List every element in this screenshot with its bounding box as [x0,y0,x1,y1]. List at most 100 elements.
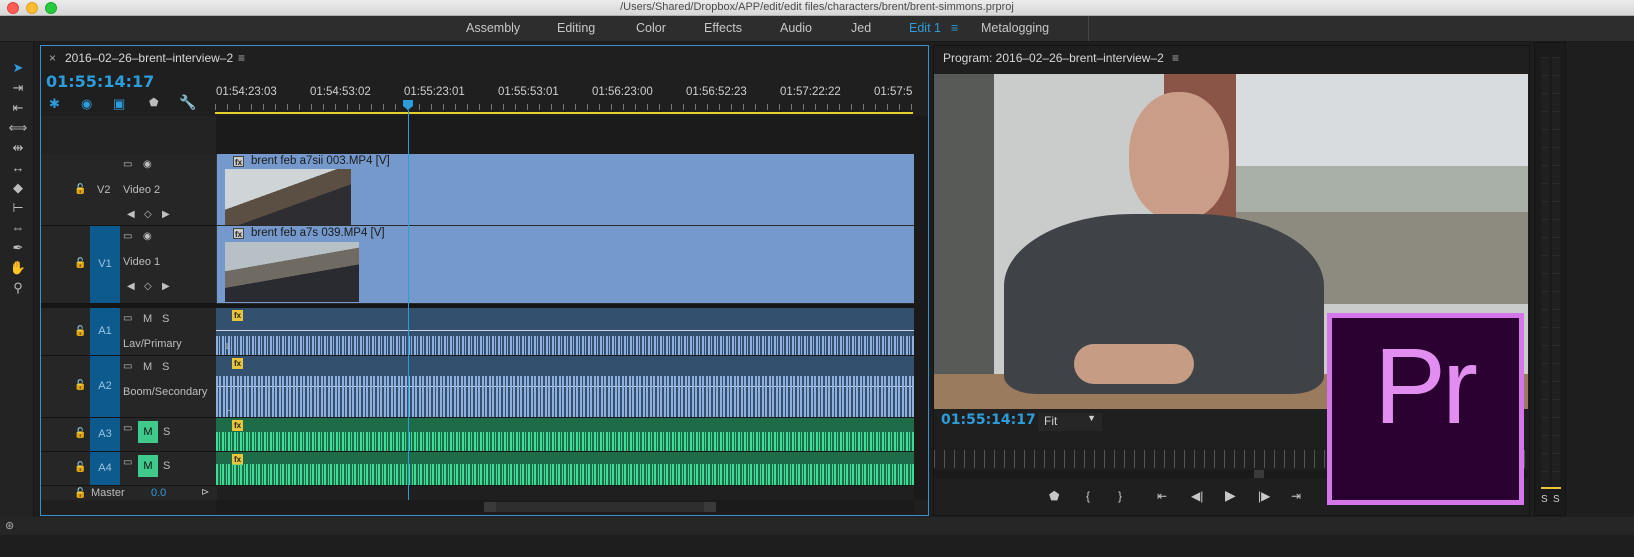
solo-right-button[interactable]: S [1553,494,1560,505]
slide-tool-icon[interactable]: ⇔ [8,220,28,236]
solo-button[interactable]: S [162,313,169,325]
step-back-icon[interactable]: ◀| [1191,489,1203,503]
playhead-line[interactable] [408,110,409,500]
solo-button[interactable]: S [162,361,169,373]
track-id-a3[interactable]: A3 [90,418,120,451]
lock-icon[interactable]: 🔓 [74,258,86,269]
program-monitor-title[interactable]: Program: 2016–02–26–brent–interview–2 [943,51,1164,65]
workspace-editing[interactable]: Editing [557,21,595,35]
track-header-a1[interactable]: 🔓 A1 ▭ M S Lav/Primary [41,308,217,356]
creative-cloud-icon[interactable]: ⊛ [5,519,14,532]
rolling-edit-tool-icon[interactable]: ⟺ [8,120,28,136]
solo-button[interactable]: S [163,426,170,438]
volume-rubberband[interactable] [216,330,914,331]
rate-stretch-tool-icon[interactable]: ⇹ [8,140,28,156]
workspace-jed[interactable]: Jed [851,21,871,35]
solo-button[interactable]: S [163,460,170,472]
add-keyframe-icon[interactable]: ◇ [144,209,152,220]
close-tab-icon[interactable]: × [49,51,56,65]
mute-button[interactable]: M [143,361,152,373]
add-marker-icon[interactable]: ⬟ [1049,489,1059,503]
linked-selection-icon[interactable]: ◉ [81,96,92,112]
track-header-v1[interactable]: 🔓 V1 ▭ ◉ Video 1 ◀ ◇ ▶ [41,226,217,304]
panel-menu-icon[interactable]: ≡ [238,51,245,65]
master-jump-icon[interactable]: ⊳ [201,487,209,498]
zoom-tool-icon[interactable]: ⚲ [8,280,28,296]
lock-icon[interactable]: 🔓 [74,184,86,195]
play-icon[interactable]: ▶ [1225,487,1236,504]
track-id-a2[interactable]: A2 [90,356,120,417]
work-area-bar[interactable] [215,112,913,114]
track-id-a4[interactable]: A4 [90,452,120,485]
snap-icon[interactable]: ✱ [49,96,60,112]
time-ruler[interactable]: 01:54:23:03 01:54:53:02 01:55:23:01 01:5… [215,82,913,114]
prev-keyframe-icon[interactable]: ◀ [127,281,135,292]
hand-tool-icon[interactable]: ✋ [8,260,28,276]
scrollbar-thumb[interactable] [1254,470,1264,478]
lock-icon[interactable]: 🔓 [74,428,86,439]
workspace-effects[interactable]: Effects [704,21,742,35]
workspace-menu-icon[interactable]: ≡ [951,21,958,35]
workspace-metalogging[interactable]: Metalogging [981,21,1049,35]
selection-tool-icon[interactable]: ➤ [8,60,28,76]
eye-icon[interactable]: ◉ [143,159,152,170]
toggle-sync-lock-icon[interactable]: ▭ [123,457,132,468]
track-id-v2[interactable]: V2 [97,184,110,196]
clip-a3[interactable]: fx [216,418,914,452]
workspace-color[interactable]: Color [636,21,666,35]
track-header-a3[interactable]: 🔓 A3 ▭ M S [41,418,217,452]
toggle-sync-lock-icon[interactable]: ▭ [123,313,132,324]
rate-tool-icon[interactable]: ↔ [8,160,28,176]
toggle-sync-lock-icon[interactable]: ▭ [123,231,132,242]
settings-wrench-icon[interactable]: 🔧 [179,94,196,111]
lock-icon[interactable]: 🔓 [74,326,86,337]
lock-icon[interactable]: 🔓 [74,488,86,499]
vertical-scrollbar[interactable] [914,116,928,500]
toggle-sync-lock-icon[interactable]: ▭ [123,159,132,170]
sequence-tab[interactable]: 2016–02–26–brent–interview–2 [65,51,233,65]
prev-keyframe-icon[interactable]: ◀ [127,209,135,220]
eye-icon[interactable]: ◉ [143,231,152,242]
workspace-edit-1[interactable]: Edit 1 [909,21,941,35]
add-keyframe-icon[interactable]: ◇ [144,281,152,292]
slip-tool-icon[interactable]: ⊢ [8,200,28,216]
zoom-level-dropdown[interactable]: Fit ▼ [1038,413,1102,431]
clip-v2[interactable]: fx brent feb a7sii 003.MP4 [V] [216,154,914,226]
next-keyframe-icon[interactable]: ▶ [162,209,170,220]
go-to-out-icon[interactable]: ⇥ [1291,489,1301,503]
mute-button-on[interactable]: M [138,455,158,477]
timeline-timecode[interactable]: 01:55:14:17 [46,72,154,91]
step-forward-icon[interactable]: |▶ [1258,489,1270,503]
solo-left-button[interactable]: S [1541,494,1548,505]
clip-a1[interactable]: fx L [216,308,914,356]
program-timecode[interactable]: 01:55:14:17 [941,412,1036,428]
scrollbar-thumb[interactable] [484,502,716,512]
track-select-tool-icon[interactable]: ⇥ [8,80,28,96]
toggle-sync-lock-icon[interactable]: ▭ [123,423,132,434]
track-id-v1[interactable]: V1 [90,226,120,303]
mark-out-icon[interactable]: } [1118,489,1122,503]
toggle-sync-lock-icon[interactable]: ▭ [123,361,132,372]
track-header-a4[interactable]: 🔓 A4 ▭ M S [41,452,217,486]
track-id-a1[interactable]: A1 [90,308,120,355]
workspace-audio[interactable]: Audio [780,21,812,35]
pen-tool-icon[interactable]: ✒ [8,240,28,256]
next-keyframe-icon[interactable]: ▶ [162,281,170,292]
master-track-header[interactable]: 🔓 Master 0.0 ⊳ [41,486,217,500]
track-header-a2[interactable]: 🔓 A2 ▭ M S Boom/Secondary [41,356,217,418]
mute-button-on[interactable]: M [138,421,158,443]
clip-v1[interactable]: fx brent feb a7s 039.MP4 [V] [216,226,914,304]
master-volume[interactable]: 0.0 [151,487,166,499]
marker-icon[interactable]: ⬟ [149,96,159,109]
mute-button[interactable]: M [143,313,152,325]
timeline-scrollbar[interactable] [216,500,914,514]
lock-icon[interactable]: 🔓 [74,380,86,391]
panel-menu-icon[interactable]: ≡ [1172,51,1179,65]
ripple-edit-tool-icon[interactable]: ⇤ [8,100,28,116]
clip-a2[interactable]: fx L [216,356,914,418]
go-to-in-icon[interactable]: ⇤ [1157,489,1167,503]
lock-icon[interactable]: 🔓 [74,462,86,473]
razor-tool-icon[interactable]: ◆ [8,180,28,196]
clip-a4[interactable]: fx [216,452,914,486]
workspace-assembly[interactable]: Assembly [466,21,520,35]
